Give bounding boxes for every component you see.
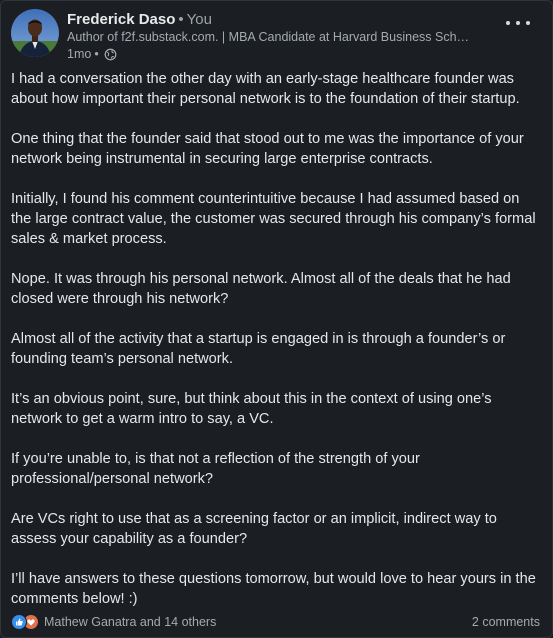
post-time: 1mo: [67, 47, 92, 61]
author-line: Frederick Daso • You: [67, 11, 212, 29]
author-name[interactable]: Frederick Daso: [67, 11, 175, 28]
post-paragraph: Initially, I found his comment counterin…: [11, 191, 536, 247]
post-paragraph: I’ll have answers to these questions tom…: [11, 571, 536, 607]
avatar-photo: [11, 9, 59, 57]
like-icon: [11, 614, 27, 630]
reactors-text[interactable]: Mathew Ganatra and 14 others: [44, 614, 216, 630]
social-counts: Mathew Ganatra and 14 others 2 comments: [11, 612, 542, 632]
post-header: Frederick Daso • You Author of f2f.substac…: [11, 9, 542, 65]
globe-icon: [104, 48, 117, 61]
reactions-summary[interactable]: Mathew Ganatra and 14 others: [11, 614, 216, 630]
avatar[interactable]: [11, 9, 59, 57]
author-relation: You: [186, 11, 212, 28]
post-paragraph: It’s an obvious point, sure, but think a…: [11, 391, 492, 427]
comments-count[interactable]: 2 comments: [472, 614, 540, 630]
separator-dot: •: [178, 11, 184, 28]
author-headline: Author of f2f.substack.com. | MBA Candid…: [67, 30, 470, 44]
post-paragraph: If you’re unable to, is that not a refle…: [11, 451, 420, 487]
post-paragraph: Are VCs right to use that as a screening…: [11, 511, 497, 547]
post-paragraph: One thing that the founder said that sto…: [11, 131, 524, 167]
post-meta: 1mo •: [67, 46, 117, 62]
post-text: I had a conversation the other day with …: [11, 69, 541, 629]
feed-post: Frederick Daso • You Author of f2f.substac…: [0, 0, 553, 638]
more-options-icon[interactable]: [506, 15, 530, 31]
post-paragraph: Nope. It was through his personal networ…: [11, 271, 511, 307]
separator-dot: •: [94, 47, 99, 61]
post-paragraph: I had a conversation the other day with …: [11, 71, 520, 107]
post-paragraph: Almost all of the activity that a startu…: [11, 331, 506, 367]
